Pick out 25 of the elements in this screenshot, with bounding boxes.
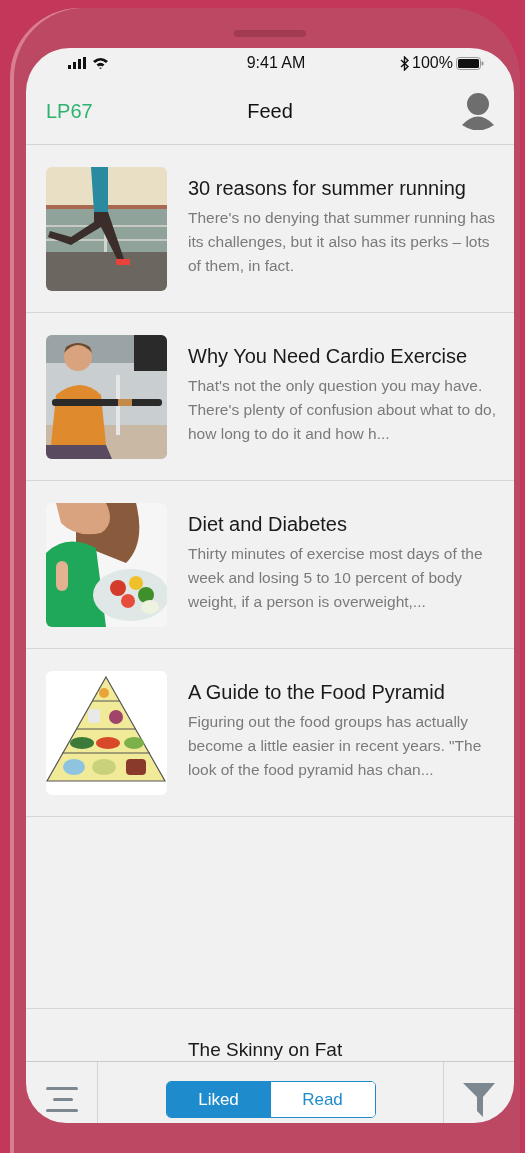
bluetooth-icon [400,55,410,71]
article-title: Diet and Diabetes [188,513,348,536]
article-row[interactable]: Diet and Diabetes Thirty minutes of exercise most days of the week and losing 5 to 10 percent of body weight, if a person is overweight,... [26,481,514,649]
signal-icon [68,57,88,69]
article-summary: That's not the only question you may have. There's plenty of confusion about what to do, how long to do it and how h... [188,376,497,444]
article-title: The Skinny on Fat [188,1039,343,1061]
avatar-icon [462,92,494,130]
segment-tab[interactable]: Liked [166,1082,271,1117]
menu-icon [46,1086,78,1113]
article-row[interactable]: A Guide to the Food Pyramid Figuring out the food groups has actually become a little easier in recent years. "The look of the food pyramid has chan... [26,649,514,817]
wifi-icon [92,57,109,69]
article-summary: Thirty minutes of exercise most days of the week and losing 5 to 10 percent of body weight, if a person is overweight,... [188,544,484,612]
article-row[interactable]: 30 reasons for summer running There's no denying that summer running has its challenges, but it also has its perks – lots of them, in fact. [26,145,514,313]
status-time: 9:41 AM [246,54,306,72]
battery-icon [456,56,484,70]
article-title: A Guide to the Food Pyramid [188,681,446,704]
article-row[interactable]: Why You Need Cardio Exercise That's not the only question you may have. There's plenty of confusion about what to do, how long to do it and how h... [26,313,514,481]
battery-percentage: 100% [412,54,453,72]
screen-title: Feed [247,99,293,123]
article-title: Why You Need Cardio Exercise [188,345,469,368]
article-summary: Figuring out the food groups has actually become a little easier in recent years. "The look of the food pyramid has chan... [188,712,483,780]
filter-icon [463,1082,495,1117]
speaker-grille [234,30,306,37]
article-title: 30 reasons for summer running [188,177,467,200]
article-summary: There's no denying that summer running has its challenges, but it also has its perks – lots of them, in fact. [188,208,497,276]
